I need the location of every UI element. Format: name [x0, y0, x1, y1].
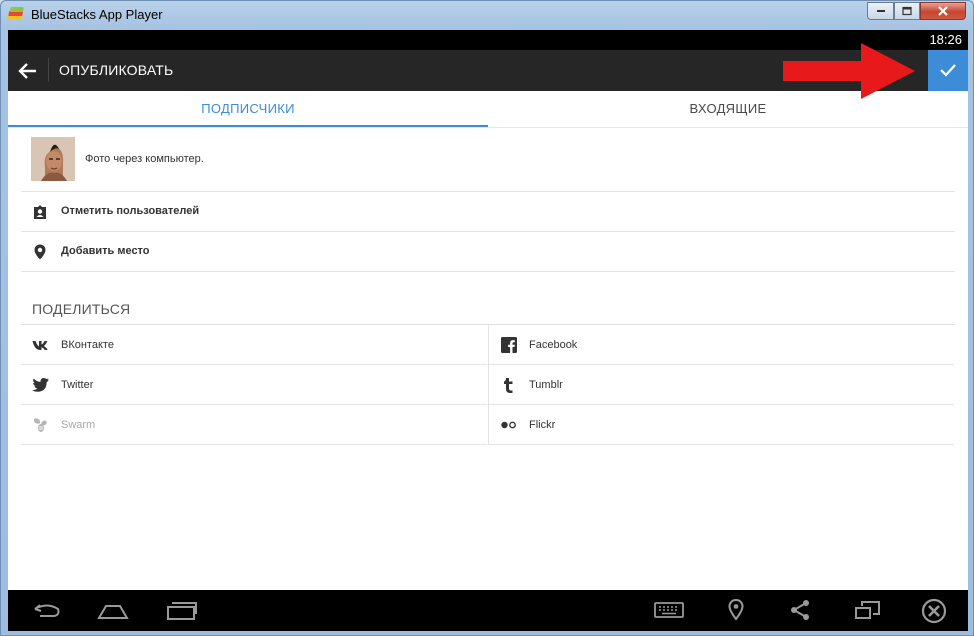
share-heading: ПОДЕЛИТЬСЯ — [32, 301, 131, 317]
title-bar[interactable]: BlueStacks App Player — [1, 1, 973, 29]
share-tumblr[interactable]: Tumblr — [488, 365, 954, 405]
portrait-image — [31, 137, 75, 181]
nav-home-icon[interactable] — [96, 598, 130, 622]
swarm-icon — [33, 418, 47, 432]
share-flickr-label: Flickr — [529, 419, 556, 431]
action-bar-divider — [48, 58, 49, 82]
checkmark-icon — [940, 64, 956, 77]
maximize-button[interactable] — [894, 2, 920, 20]
page-title: ОПУБЛИКОВАТЬ — [59, 62, 174, 78]
share-vk[interactable]: ВКонтакте — [21, 325, 487, 365]
android-screen: 18:26 ОПУБЛИКОВАТЬ ПОДПИСЧИКИ ВХОДЯЩИЕ Ф… — [8, 30, 968, 631]
status-clock: 18:26 — [929, 32, 962, 47]
add-location-row[interactable]: Добавить место — [21, 232, 955, 272]
red-arrow-annotation — [783, 43, 915, 99]
facebook-icon — [501, 337, 517, 353]
photo-thumbnail[interactable] — [31, 137, 75, 181]
tab-followers[interactable]: ПОДПИСЧИКИ — [8, 91, 488, 127]
confirm-button[interactable] — [928, 50, 968, 91]
nav-share-icon[interactable] — [788, 598, 812, 622]
location-pin-icon — [34, 244, 46, 260]
twitter-icon — [32, 378, 49, 392]
close-icon — [938, 6, 948, 16]
post-preview: Фото через компьютер. — [21, 128, 955, 192]
share-facebook-label: Facebook — [529, 339, 578, 351]
share-options: ВКонтакте Facebook Twitter Tumblr Swarm … — [21, 324, 955, 445]
android-nav-bar — [8, 590, 968, 631]
share-swarm-label: Swarm — [61, 419, 96, 431]
minimize-button[interactable] — [867, 2, 894, 20]
nav-rotate-icon[interactable] — [854, 598, 882, 622]
nav-close-icon[interactable] — [920, 598, 948, 624]
maximize-icon — [902, 6, 912, 16]
flickr-icon — [501, 421, 516, 429]
share-swarm[interactable]: Swarm — [21, 405, 487, 445]
post-caption[interactable]: Фото через компьютер. — [85, 153, 204, 165]
tag-person-icon — [34, 205, 46, 219]
share-vk-label: ВКонтакте — [61, 339, 114, 351]
share-twitter-label: Twitter — [61, 379, 94, 391]
share-facebook[interactable]: Facebook — [488, 325, 954, 365]
nav-keyboard-icon[interactable] — [653, 598, 685, 622]
tag-people-label: Отметить пользователей — [61, 205, 200, 217]
app-window: BlueStacks App Player 18:26 ОПУБЛИКОВАТЬ — [0, 0, 974, 636]
close-window-button[interactable] — [920, 2, 966, 20]
add-location-label: Добавить место — [61, 245, 150, 257]
tag-people-row[interactable]: Отметить пользователей — [21, 192, 955, 232]
share-tumblr-label: Tumblr — [529, 379, 563, 391]
tumblr-icon — [504, 378, 513, 393]
share-flickr[interactable]: Flickr — [488, 405, 954, 445]
share-twitter[interactable]: Twitter — [21, 365, 487, 405]
vk-icon — [32, 341, 48, 350]
nav-recent-apps-icon[interactable] — [164, 598, 198, 622]
minimize-icon — [876, 10, 885, 12]
bluestacks-logo-icon — [8, 7, 24, 20]
window-title: BlueStacks App Player — [31, 7, 163, 22]
nav-location-icon[interactable] — [726, 598, 746, 622]
nav-back-icon[interactable] — [32, 598, 62, 622]
back-arrow-icon[interactable] — [16, 59, 40, 83]
